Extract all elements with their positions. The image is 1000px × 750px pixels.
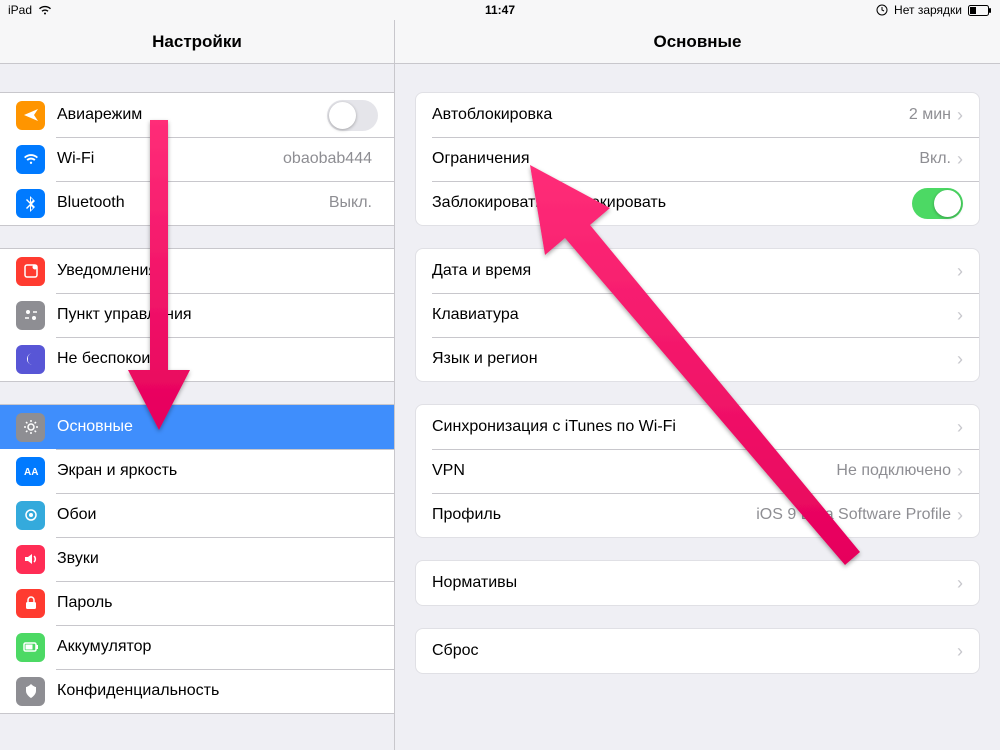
- sidebar-item-notifications[interactable]: Уведомления: [0, 249, 394, 293]
- detail-group-reset: Сброс ›: [415, 628, 980, 674]
- sidebar-item-control-center[interactable]: Пункт управления: [0, 293, 394, 337]
- airplane-icon: [16, 101, 45, 130]
- detail-group-locale: Дата и время › Клавиатура › Язык и регио…: [415, 248, 980, 382]
- detail-group-sync: Синхронизация с iTunes по Wi-Fi › VPN Не…: [415, 404, 980, 538]
- chevron-right-icon: ›: [957, 349, 963, 370]
- row-reset[interactable]: Сброс ›: [416, 629, 979, 673]
- itunes-sync-label: Синхронизация с iTunes по Wi-Fi: [432, 418, 957, 436]
- sidebar-item-display[interactable]: AA Экран и яркость: [0, 449, 394, 493]
- sidebar-group-general: Основные AA Экран и яркость Обои Звуки П…: [0, 404, 394, 714]
- general-icon: [16, 413, 45, 442]
- svg-text:AA: AA: [24, 467, 38, 478]
- row-language-region[interactable]: Язык и регион ›: [416, 337, 979, 381]
- battery-icon: [968, 5, 992, 16]
- regulatory-label: Нормативы: [432, 574, 957, 592]
- charge-status: Нет зарядки: [894, 3, 962, 17]
- rotation-lock-icon: [876, 4, 888, 16]
- settings-sidebar: Настройки Авиарежим Wi-Fi obaobab444 Blu…: [0, 20, 395, 750]
- bluetooth-label: Bluetooth: [57, 194, 329, 212]
- sidebar-item-passcode[interactable]: Пароль: [0, 581, 394, 625]
- detail-group-lock: Автоблокировка 2 мин › Ограничения Вкл. …: [415, 92, 980, 226]
- detail-title: Основные: [395, 20, 1000, 64]
- row-itunes-wifi-sync[interactable]: Синхронизация с iTunes по Wi-Fi ›: [416, 405, 979, 449]
- wifi-settings-icon: [16, 145, 45, 174]
- chevron-right-icon: ›: [957, 305, 963, 326]
- notifications-icon: [16, 257, 45, 286]
- chevron-right-icon: ›: [957, 461, 963, 482]
- wallpaper-label: Обои: [57, 506, 378, 524]
- lockunlock-label: Заблокировать/разблокировать: [432, 194, 912, 212]
- sidebar-group-connectivity: Авиарежим Wi-Fi obaobab444 Bluetooth Вык…: [0, 92, 394, 226]
- privacy-icon: [16, 677, 45, 706]
- sounds-icon: [16, 545, 45, 574]
- control-center-icon: [16, 301, 45, 330]
- sidebar-item-airplane[interactable]: Авиарежим: [0, 93, 394, 137]
- sidebar-item-wallpaper[interactable]: Обои: [0, 493, 394, 537]
- airplane-label: Авиарежим: [57, 106, 327, 124]
- sidebar-group-alerts: Уведомления Пункт управления Не беспокои…: [0, 248, 394, 382]
- row-keyboard[interactable]: Клавиатура ›: [416, 293, 979, 337]
- privacy-label: Конфиденциальность: [57, 682, 378, 700]
- chevron-right-icon: ›: [957, 573, 963, 594]
- chevron-right-icon: ›: [957, 105, 963, 126]
- autolock-label: Автоблокировка: [432, 106, 909, 124]
- sidebar-item-battery[interactable]: Аккумулятор: [0, 625, 394, 669]
- autolock-value: 2 мин: [909, 106, 951, 124]
- wallpaper-icon: [16, 501, 45, 530]
- passcode-label: Пароль: [57, 594, 378, 612]
- dnd-label: Не беспокоить: [57, 350, 378, 368]
- sidebar-item-privacy[interactable]: Конфиденциальность: [0, 669, 394, 713]
- sidebar-item-sounds[interactable]: Звуки: [0, 537, 394, 581]
- bluetooth-value: Выкл.: [329, 194, 372, 212]
- row-restrictions[interactable]: Ограничения Вкл. ›: [416, 137, 979, 181]
- vpn-label: VPN: [432, 462, 836, 480]
- notifications-label: Уведомления: [57, 262, 378, 280]
- chevron-right-icon: ›: [957, 149, 963, 170]
- wifi-icon: [38, 5, 52, 15]
- battery-label: Аккумулятор: [57, 638, 378, 656]
- row-lock-unlock[interactable]: Заблокировать/разблокировать: [416, 181, 979, 225]
- chevron-right-icon: ›: [957, 641, 963, 662]
- keyboard-label: Клавиатура: [432, 306, 957, 324]
- general-label: Основные: [57, 418, 378, 436]
- sidebar-item-bluetooth[interactable]: Bluetooth Выкл.: [0, 181, 394, 225]
- vpn-value: Не подключено: [836, 462, 951, 480]
- bluetooth-icon: [16, 189, 45, 218]
- row-vpn[interactable]: VPN Не подключено ›: [416, 449, 979, 493]
- detail-group-regulatory: Нормативы ›: [415, 560, 980, 606]
- profile-value: iOS 9 Beta Software Profile: [756, 506, 951, 524]
- language-label: Язык и регион: [432, 350, 957, 368]
- row-autolock[interactable]: Автоблокировка 2 мин ›: [416, 93, 979, 137]
- restrictions-value: Вкл.: [919, 150, 951, 168]
- device-name: iPad: [8, 3, 32, 17]
- chevron-right-icon: ›: [957, 505, 963, 526]
- display-label: Экран и яркость: [57, 462, 378, 480]
- chevron-right-icon: ›: [957, 417, 963, 438]
- sounds-label: Звуки: [57, 550, 378, 568]
- detail-pane: Основные Автоблокировка 2 мин › Ограниче…: [395, 20, 1000, 750]
- row-regulatory[interactable]: Нормативы ›: [416, 561, 979, 605]
- airplane-toggle[interactable]: [327, 100, 378, 131]
- dnd-icon: [16, 345, 45, 374]
- passcode-icon: [16, 589, 45, 618]
- reset-label: Сброс: [432, 642, 957, 660]
- chevron-right-icon: ›: [957, 261, 963, 282]
- profile-label: Профиль: [432, 506, 756, 524]
- sidebar-title: Настройки: [0, 20, 394, 64]
- datetime-label: Дата и время: [432, 262, 957, 280]
- restrictions-label: Ограничения: [432, 150, 919, 168]
- sidebar-item-general[interactable]: Основные: [0, 405, 394, 449]
- row-datetime[interactable]: Дата и время ›: [416, 249, 979, 293]
- lockunlock-toggle[interactable]: [912, 188, 963, 219]
- status-time: 11:47: [0, 3, 1000, 17]
- battery-settings-icon: [16, 633, 45, 662]
- wifi-label: Wi-Fi: [57, 150, 283, 168]
- control-center-label: Пункт управления: [57, 306, 378, 324]
- wifi-value: obaobab444: [283, 150, 372, 168]
- sidebar-item-wifi[interactable]: Wi-Fi obaobab444: [0, 137, 394, 181]
- sidebar-item-dnd[interactable]: Не беспокоить: [0, 337, 394, 381]
- status-bar: iPad 11:47 Нет зарядки: [0, 0, 1000, 20]
- display-icon: AA: [16, 457, 45, 486]
- row-profile[interactable]: Профиль iOS 9 Beta Software Profile ›: [416, 493, 979, 537]
